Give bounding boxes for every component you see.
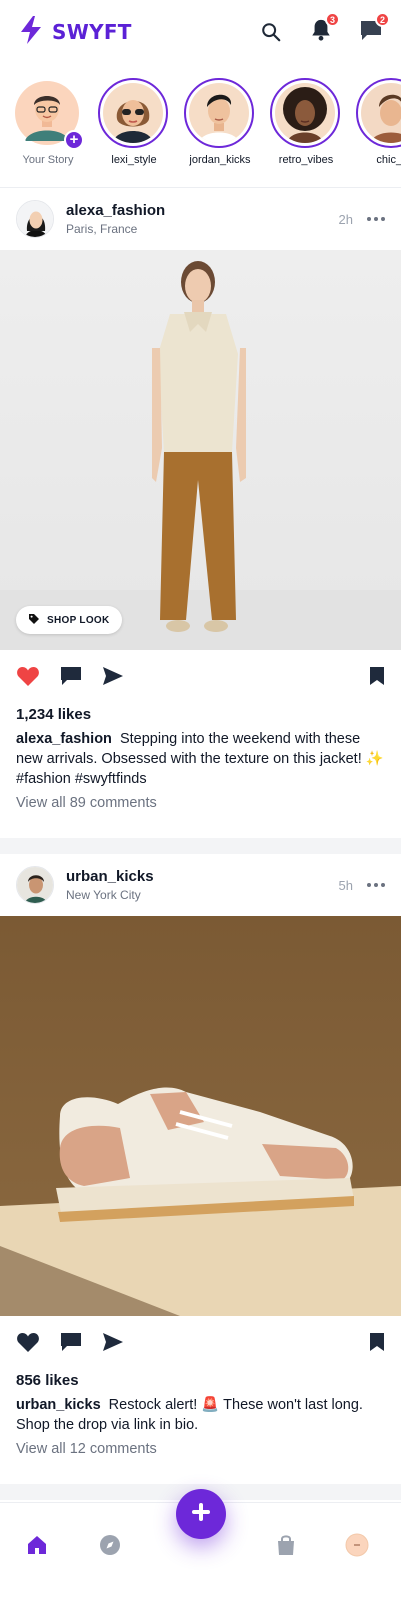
shop-look-label: SHOP LOOK <box>47 614 110 626</box>
post-username[interactable]: urban_kicks <box>66 868 154 885</box>
notification-badge: 3 <box>325 12 340 27</box>
shopping-bag-icon[interactable] <box>274 1533 298 1557</box>
story-your-story[interactable]: + Your Story <box>12 78 84 166</box>
avatar <box>275 83 335 143</box>
post-separator <box>0 838 401 854</box>
bookmark-icon[interactable] <box>369 666 385 691</box>
avatar <box>189 83 249 143</box>
create-post-button[interactable] <box>176 1489 226 1539</box>
view-comments-link[interactable]: View all 89 comments <box>0 789 401 811</box>
story-label: lexi_style <box>111 154 157 166</box>
caption-username[interactable]: urban_kicks <box>16 1397 101 1413</box>
post-time: 5h <box>338 877 353 893</box>
like-count[interactable]: 856 likes <box>0 1372 401 1389</box>
post-time: 2h <box>338 211 353 227</box>
story-label: jordan_kicks <box>189 154 251 166</box>
post-location[interactable]: Paris, France <box>66 222 165 236</box>
more-options-button[interactable] <box>367 217 385 221</box>
avatar[interactable] <box>16 200 54 238</box>
notifications-button[interactable]: 3 <box>309 12 340 44</box>
story-label: Your Story <box>22 154 74 166</box>
comment-icon[interactable] <box>60 1332 82 1357</box>
post-location[interactable]: New York City <box>66 888 154 902</box>
story-lexi-style[interactable]: lexi_style <box>98 78 170 166</box>
heart-icon[interactable] <box>16 665 40 692</box>
comment-icon[interactable] <box>60 666 82 691</box>
compass-icon[interactable] <box>98 1533 122 1557</box>
message-badge: 2 <box>375 12 390 27</box>
profile-avatar[interactable] <box>345 1533 369 1557</box>
stories-bar: + Your Story lexi_style jordan_kicks ret… <box>0 64 401 188</box>
avatar <box>103 83 163 143</box>
story-label: retro_vibes <box>278 154 334 166</box>
post-image[interactable]: SHOP LOOK <box>0 250 401 650</box>
shop-look-button[interactable]: SHOP LOOK <box>16 606 122 634</box>
search-icon[interactable] <box>259 20 283 44</box>
send-icon[interactable] <box>102 666 124 691</box>
bookmark-icon[interactable] <box>369 1332 385 1357</box>
post-caption: alexa_fashion Stepping into the weekend … <box>0 723 401 789</box>
app-header: SWYFT 3 2 <box>0 0 401 64</box>
post-actions <box>0 1316 401 1372</box>
heart-icon[interactable] <box>16 1331 40 1358</box>
bottom-nav <box>0 1489 401 1600</box>
tag-icon <box>28 613 40 628</box>
post-username[interactable]: alexa_fashion <box>66 202 165 219</box>
avatar[interactable] <box>16 866 54 904</box>
brand-name: SWYFT <box>52 20 132 44</box>
story-chic-fi[interactable]: chic_fi <box>356 78 401 166</box>
post-header: urban_kicks New York City 5h <box>0 854 401 916</box>
story-label: chic_fi <box>376 154 401 166</box>
bolt-icon <box>18 15 44 50</box>
brand[interactable]: SWYFT <box>18 15 132 50</box>
home-icon[interactable] <box>25 1533 49 1557</box>
post-card: urban_kicks New York City 5h 856 likes u… <box>0 854 401 1457</box>
caption-username[interactable]: alexa_fashion <box>16 731 112 747</box>
view-comments-link[interactable]: View all 12 comments <box>0 1435 401 1457</box>
post-caption: urban_kicks Restock alert! 🚨 These won't… <box>0 1389 401 1435</box>
send-icon[interactable] <box>102 1332 124 1357</box>
messages-button[interactable]: 2 <box>359 12 390 44</box>
story-jordan-kicks[interactable]: jordan_kicks <box>184 78 256 166</box>
like-count[interactable]: 1,234 likes <box>0 706 401 723</box>
avatar <box>361 83 401 143</box>
plus-icon <box>190 1501 212 1528</box>
post-card: alexa_fashion Paris, France 2h SHOP LOOK… <box>0 188 401 811</box>
more-options-button[interactable] <box>367 883 385 887</box>
post-header: alexa_fashion Paris, France 2h <box>0 188 401 250</box>
post-actions <box>0 650 401 706</box>
post-image[interactable] <box>0 916 401 1316</box>
story-retro-vibes[interactable]: retro_vibes <box>270 78 342 166</box>
add-story-button[interactable]: + <box>64 130 84 150</box>
